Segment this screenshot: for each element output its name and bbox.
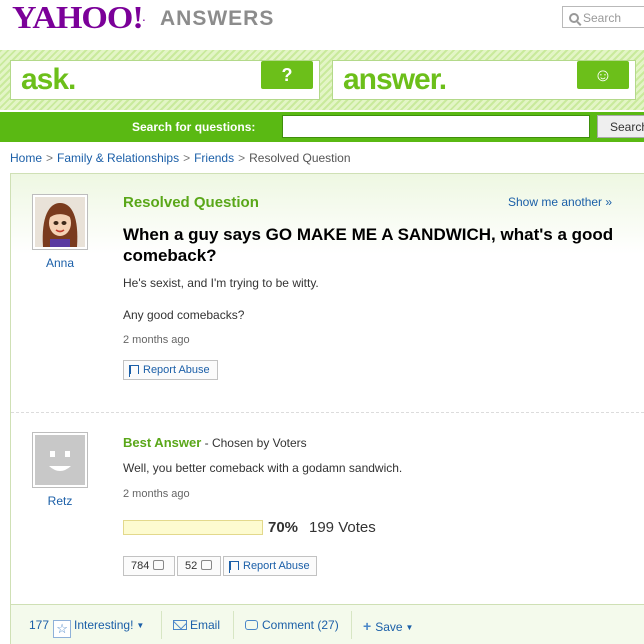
breadcrumb: Home > Family & Relationships > Friends > Reso… (10, 151, 351, 165)
smiley-icon: ☺ (593, 65, 613, 85)
interesting-count: 177 (29, 618, 50, 632)
vote-percent: 70% (268, 519, 299, 536)
show-another-link[interactable]: Show me another » (508, 195, 612, 209)
question-status: Resolved Question (123, 194, 259, 211)
section-divider (11, 412, 644, 413)
question-search-button[interactable]: Search (597, 115, 644, 138)
thumbs-up-count: 784 (131, 560, 150, 572)
section-title: ANSWERS (160, 7, 275, 30)
site-header: YAHOO!. ANSWERS Search (0, 0, 644, 44)
vote-count: 199 Votes (309, 519, 376, 536)
answerer-name[interactable]: Retz (30, 494, 90, 508)
best-answer-label: Best Answer (123, 435, 202, 450)
question-card: Anna Resolved Question Show me another »… (10, 173, 644, 644)
question-search-input[interactable] (282, 115, 590, 138)
thumbs-up-button[interactable]: 784 (123, 556, 175, 576)
breadcrumb-separator: > (238, 151, 246, 165)
vote-progress-bar (123, 520, 263, 535)
answer-box[interactable]: answer. ☺ (332, 60, 636, 100)
comment-button[interactable]: Comment (27) (245, 618, 339, 632)
ask-label: ask. (21, 63, 76, 96)
question-detail-line: He's sexist, and I'm trying to be witty. (123, 276, 319, 290)
interesting-button[interactable]: 177 ☆ Interesting! ▼ (29, 618, 144, 638)
toolbar-separator (161, 611, 162, 639)
plus-icon: + (363, 618, 372, 634)
answer-timestamp: 2 months ago (123, 488, 190, 500)
breadcrumb-current: Resolved Question (249, 151, 351, 165)
best-answer-header: Best Answer - Chosen by Voters (123, 435, 307, 450)
thumbs-down-button[interactable]: 52 (177, 556, 221, 576)
report-abuse-button[interactable]: Report Abuse (123, 360, 218, 380)
search-icon (569, 13, 579, 23)
ask-question-button[interactable]: ? (261, 61, 313, 89)
avatar-anna[interactable] (32, 194, 88, 250)
question-search-label: Search for questions: (132, 120, 256, 134)
toolbar-separator (351, 611, 352, 639)
question-actions-toolbar: 177 ☆ Interesting! ▼ Email Comment (27) + Sa… (11, 604, 644, 644)
question-timestamp: 2 months ago (123, 334, 190, 346)
thumbs-up-icon (153, 560, 165, 570)
report-abuse-label: Report Abuse (243, 560, 310, 572)
site-search-placeholder: Search (583, 11, 622, 25)
save-button[interactable]: + Save ▼ (363, 618, 413, 634)
flag-icon (129, 365, 139, 377)
toolbar-separator (233, 611, 234, 639)
question-section (11, 174, 644, 412)
best-answer-text: Well, you better comeback with a godamn … (123, 461, 403, 475)
question-title: When a guy says GO MAKE ME A SANDWICH, w… (123, 225, 614, 265)
thumbs-down-count: 52 (185, 560, 198, 572)
answer-question-button[interactable]: ☺ (577, 61, 629, 89)
ask-box[interactable]: ask. ? (10, 60, 320, 100)
breadcrumb-family-relationships[interactable]: Family & Relationships (57, 151, 179, 165)
star-icon: ☆ (53, 620, 72, 638)
question-search-bar: Search for questions: Search (0, 112, 644, 142)
site-search-input[interactable]: Search (562, 6, 644, 28)
comment-bubble-icon (245, 620, 258, 630)
answer-label: answer. (343, 63, 447, 96)
email-button[interactable]: Email (173, 618, 220, 632)
comment-label: Comment (27) (262, 618, 339, 632)
ask-answer-band: ask. ? answer. ☺ (0, 50, 644, 110)
asker-avatar-icon (35, 197, 85, 247)
avatar-retz[interactable] (32, 432, 88, 488)
chevron-down-icon: ▼ (136, 621, 145, 630)
breadcrumb-home[interactable]: Home (10, 151, 42, 165)
report-abuse-label: Report Abuse (143, 364, 210, 376)
default-avatar-icon (35, 435, 85, 485)
envelope-icon (173, 620, 187, 630)
asker-name[interactable]: Anna (30, 256, 90, 270)
question-mark-icon: ? (281, 65, 293, 85)
chosen-by-text: - Chosen by Voters (201, 436, 307, 450)
breadcrumb-separator: > (183, 151, 191, 165)
email-label: Email (190, 618, 221, 632)
answer-report-abuse-button[interactable]: Report Abuse (223, 556, 317, 576)
breadcrumb-separator: > (46, 151, 54, 165)
thumbs-down-icon (201, 560, 213, 570)
logo-dot: . (142, 13, 145, 24)
yahoo-logo[interactable]: YAHOO!. (12, 1, 145, 36)
interesting-label: Interesting! (74, 618, 134, 632)
flag-icon (229, 561, 239, 573)
logo-text: YAHOO! (12, 1, 144, 36)
save-label: Save (375, 620, 403, 634)
question-detail-line: Any good comebacks? (123, 308, 245, 322)
chevron-down-icon: ▼ (405, 623, 414, 632)
breadcrumb-friends[interactable]: Friends (194, 151, 234, 165)
